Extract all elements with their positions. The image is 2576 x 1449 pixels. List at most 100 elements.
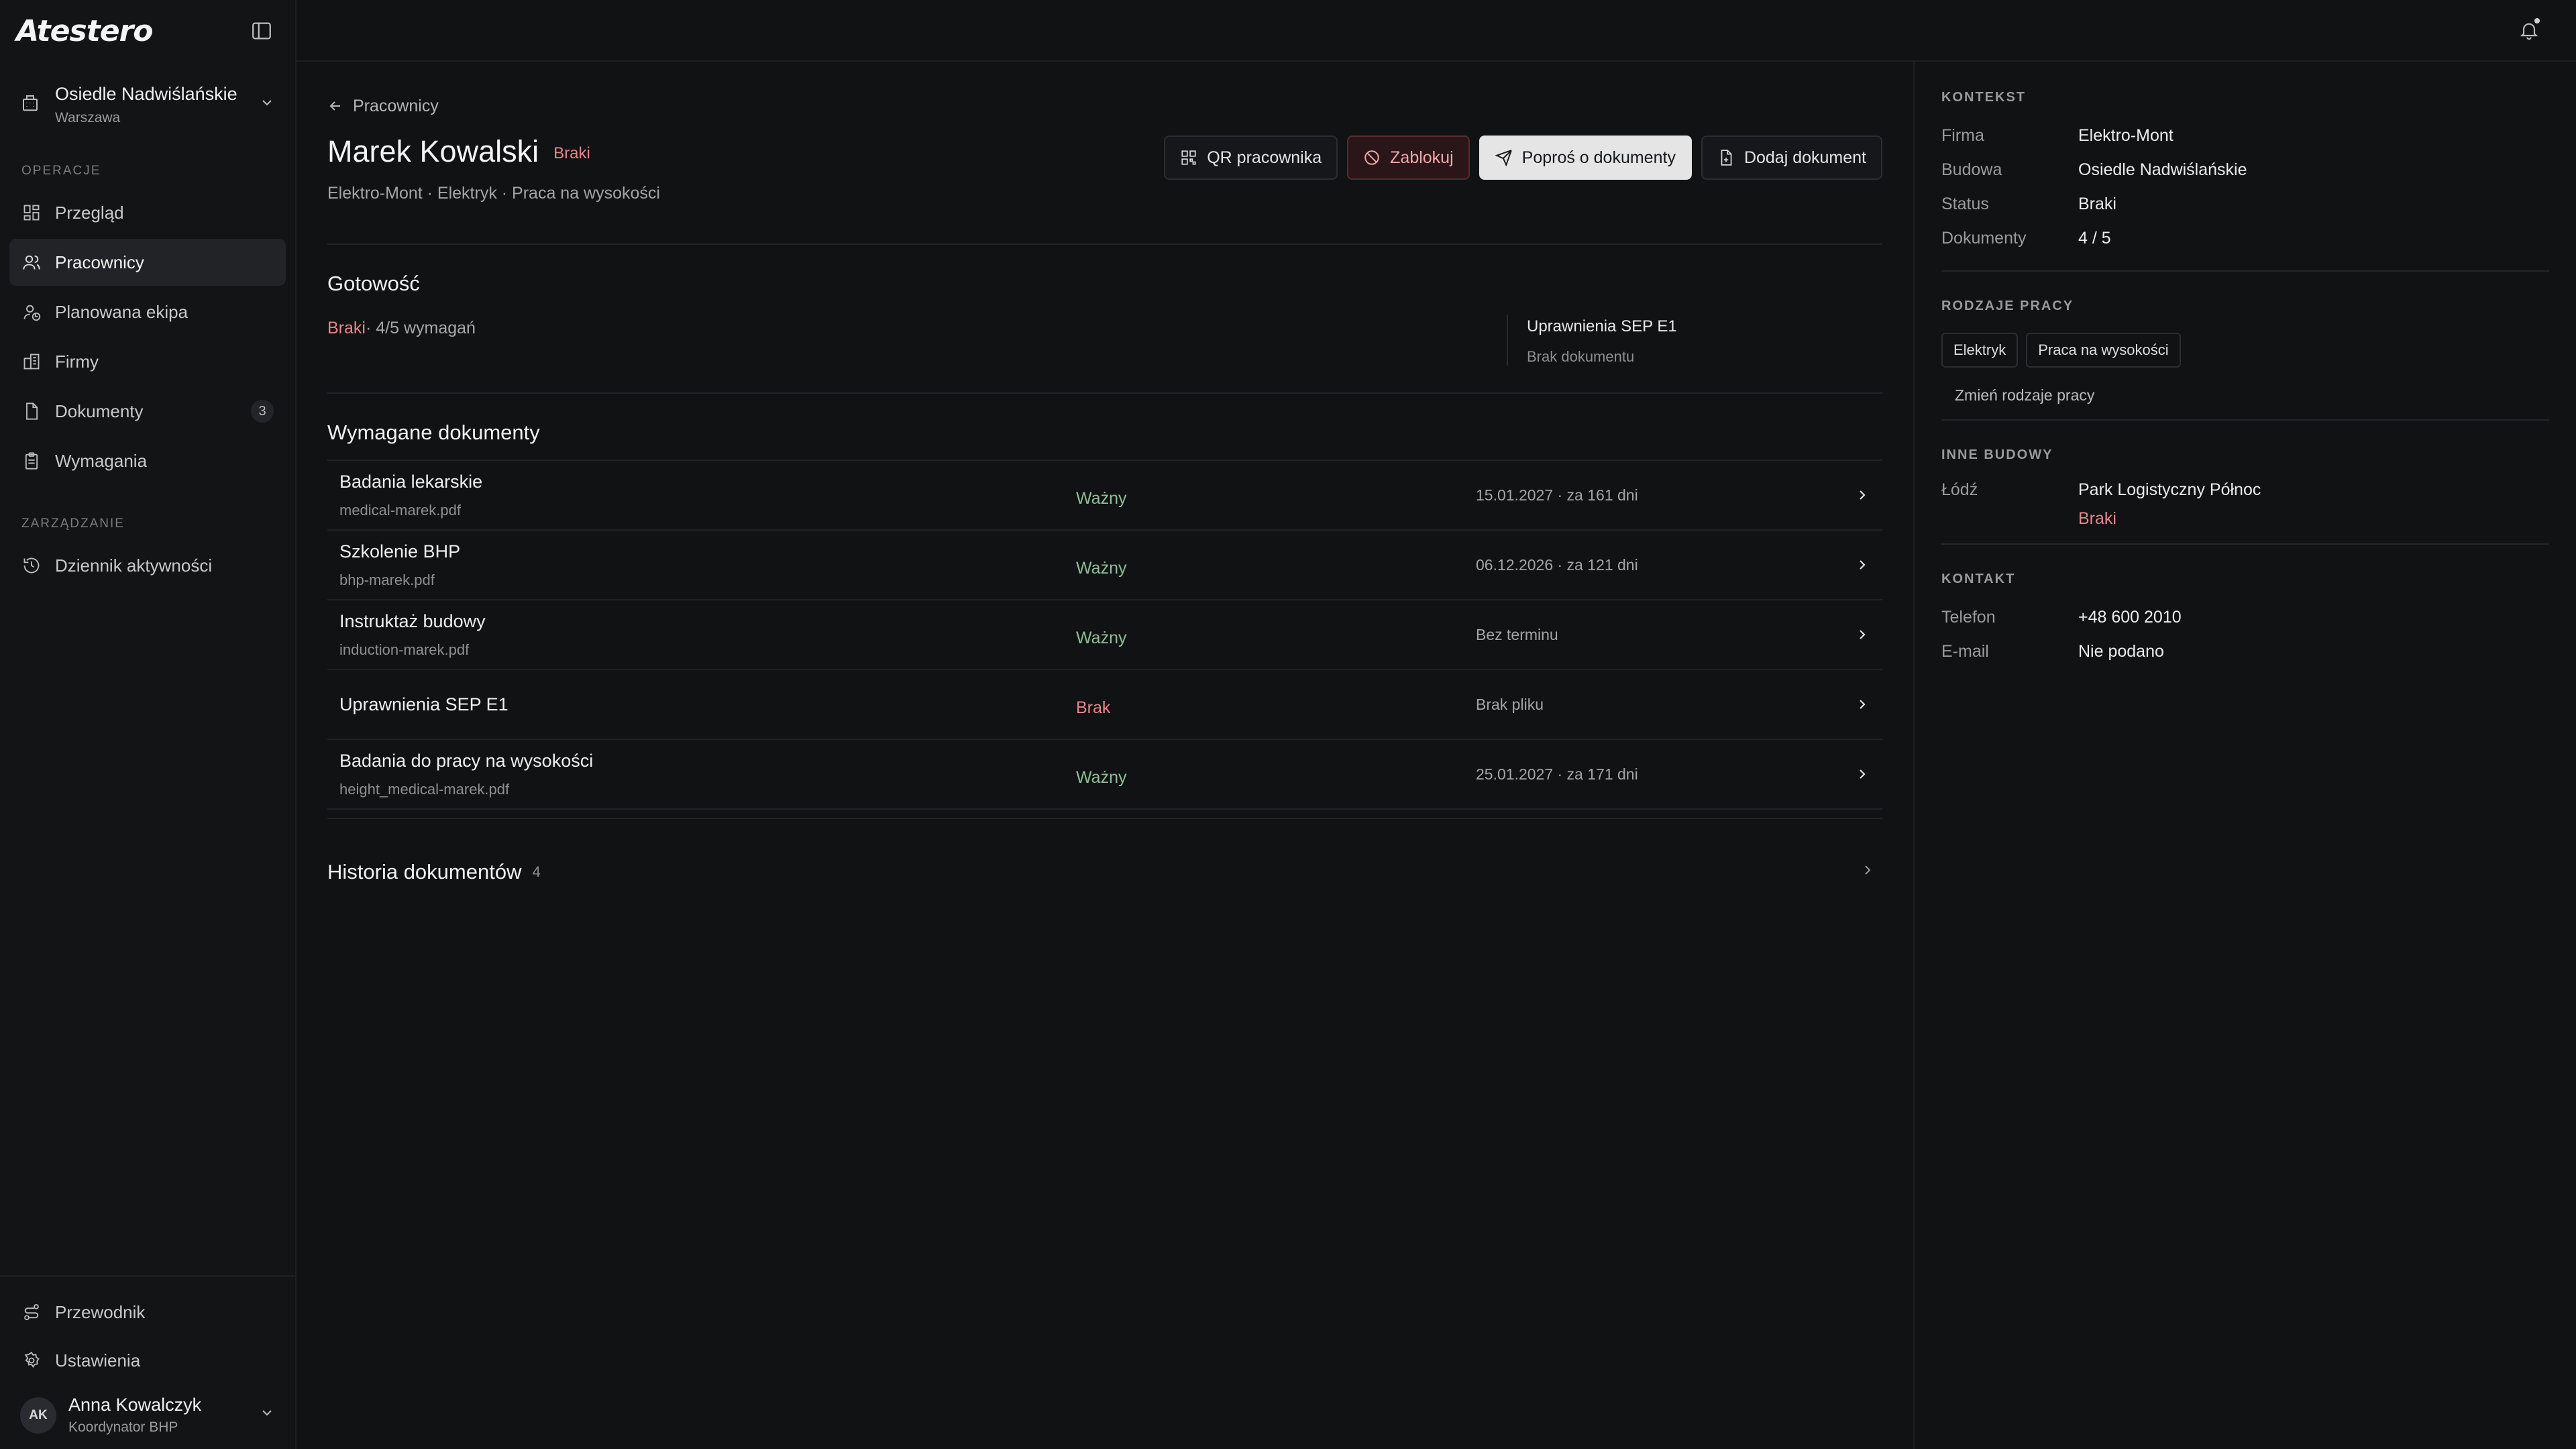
- context-key: Status: [1941, 195, 1989, 213]
- context-value: Osiedle Nadwiślańskie: [2078, 160, 2247, 179]
- document-name: Uprawnienia SEP E1: [339, 694, 508, 714]
- route-icon: [21, 1302, 42, 1322]
- document-name: Instruktaż budowy: [339, 610, 486, 631]
- context-row: Dokumenty 4 / 5: [1941, 221, 2549, 256]
- avatar: AK: [20, 1397, 56, 1434]
- chevron-right-icon: [1843, 487, 1870, 503]
- divider: [327, 244, 1882, 245]
- document-expiry: Brak pliku: [1476, 695, 1544, 713]
- document-name: Badania do pracy na wysokości: [339, 750, 594, 771]
- document-history-toggle[interactable]: Historia dokumentów 4: [327, 849, 1882, 896]
- sidebar-item-pracownicy[interactable]: Pracownicy: [9, 239, 286, 286]
- document-file: height_medical-marek.pdf: [339, 780, 510, 798]
- divider: [1941, 543, 2549, 545]
- user-menu[interactable]: AK Anna Kowalczyk Koordynator BHP: [0, 1385, 295, 1449]
- sidebar-item-przewodnik[interactable]: Przewodnik: [9, 1289, 286, 1336]
- sidebar-item-wymagania[interactable]: Wymagania: [9, 437, 286, 484]
- chevron-right-icon: [1843, 696, 1870, 712]
- contact-row: Telefon +48 600 2010: [1941, 600, 2549, 635]
- sidebar-item-dziennik-aktywnosci[interactable]: Dziennik aktywności: [9, 542, 286, 589]
- add-document-label: Dodaj dokument: [1743, 148, 1866, 167]
- file-plus-icon: [1721, 150, 1732, 166]
- qr-button[interactable]: QR pracownika: [1164, 136, 1338, 180]
- readiness-status: Braki: [327, 319, 366, 337]
- site-switcher[interactable]: Osiedle Nadwiślańskie Warszawa: [0, 62, 295, 133]
- building-icon: [20, 93, 40, 117]
- document-status: Brak: [1076, 698, 1111, 717]
- table-row[interactable]: Uprawnienia SEP E1 Brak Brak pliku: [327, 670, 1882, 740]
- context-panel: KONTEKST Firma Elektro-Mont Budowa Osiedle…: [1915, 62, 2576, 1449]
- sidebar: Atestero Osiedle Nadwiślańskie Warszawa …: [0, 0, 297, 1449]
- missing-requirement-title: Uprawnienia SEP E1: [1527, 317, 1677, 335]
- documents-count-badge: 3: [251, 400, 274, 423]
- document-expiry: Bez terminu: [1476, 625, 1558, 643]
- contact-row: E-mail Nie podano: [1941, 635, 2549, 669]
- block-button-label: Zablokuj: [1390, 148, 1454, 167]
- clipboard-icon: [21, 451, 42, 471]
- sidebar-item-label: Planowana ekipa: [55, 301, 189, 322]
- document-file: induction-marek.pdf: [339, 641, 470, 658]
- divider: [327, 818, 1882, 819]
- contact-phone[interactable]: +48 600 2010: [2078, 608, 2182, 627]
- other-site-row[interactable]: Łódź Park Logistyczny Północ Braki: [1941, 480, 2549, 529]
- documents-title: Wymagane dokumenty: [327, 421, 540, 444]
- back-link[interactable]: Pracownicy: [327, 93, 1882, 119]
- users-icon: [21, 252, 42, 272]
- gear-icon: [21, 1350, 42, 1371]
- sidebar-item-label: Pracownicy: [55, 252, 144, 272]
- context-value: Elektro-Mont: [2078, 126, 2174, 145]
- add-document-button[interactable]: Dodaj dokument: [1701, 136, 1882, 180]
- work-types-chips: Elektryk Praca na wysokości: [1941, 333, 2549, 368]
- contact-key: Telefon: [1941, 608, 1996, 627]
- request-documents-button[interactable]: Poproś o dokumenty: [1479, 136, 1692, 180]
- contact-label: KONTAKT: [1941, 572, 2016, 586]
- document-status: Ważny: [1076, 628, 1127, 647]
- chevron-right-icon: [1843, 557, 1870, 573]
- building-icon: [21, 352, 42, 372]
- divider: [1941, 270, 2549, 272]
- table-row[interactable]: Badania do pracy na wysokości height_medi…: [327, 740, 1882, 810]
- change-work-types-button[interactable]: Zmień rodzaje pracy: [1941, 386, 2549, 405]
- chevron-right-icon: [1860, 862, 1876, 883]
- sidebar-item-przeglad[interactable]: Przegląd: [9, 189, 286, 236]
- brand-bar: Atestero: [0, 0, 295, 62]
- user-name: Anna Kowalczyk: [68, 1395, 202, 1415]
- contact-email: Nie podano: [2078, 642, 2164, 661]
- sidebar-item-ustawienia[interactable]: Ustawienia: [9, 1337, 286, 1384]
- sidebar-item-firmy[interactable]: Firmy: [9, 338, 286, 385]
- status-badge: Braki: [553, 144, 590, 162]
- bell-icon[interactable]: [2516, 17, 2542, 44]
- divider: [1941, 419, 2549, 421]
- history-count: 4: [532, 863, 541, 880]
- context-key: Dokumenty: [1941, 229, 2027, 248]
- table-row[interactable]: Instruktaż budowy induction-marek.pdf Waż…: [327, 600, 1882, 670]
- site-city: Warszawa: [55, 109, 121, 125]
- missing-requirement-sub: Brak dokumentu: [1527, 348, 1635, 365]
- history-title: Historia dokumentów: [327, 860, 522, 883]
- sidebar-item-label: Ustawienia: [55, 1350, 141, 1371]
- table-row[interactable]: Szkolenie BHP bhp-marek.pdf Ważny 06.12.2…: [327, 531, 1882, 600]
- missing-requirement: Uprawnienia SEP E1 Brak dokumentu: [1507, 315, 1882, 366]
- document-file: bhp-marek.pdf: [339, 571, 435, 588]
- user-role: Koordynator BHP: [68, 1419, 178, 1435]
- sidebar-item-label: Wymagania: [55, 450, 148, 471]
- other-site-city: Łódź: [1941, 480, 1978, 499]
- page-title: Marek Kowalski: [327, 134, 539, 168]
- document-status: Ważny: [1076, 767, 1127, 787]
- sidebar-item-planowana-ekipa[interactable]: Planowana ekipa: [9, 288, 286, 335]
- document-expiry: 25.01.2027 · za 171 dni: [1476, 765, 1638, 783]
- sidebar-item-dokumenty[interactable]: Dokumenty 3: [9, 388, 286, 435]
- chevron-down-icon: [259, 95, 275, 115]
- readiness-panel: Braki· 4/5 wymagań Uprawnienia SEP E1 Br…: [327, 296, 1882, 392]
- block-button[interactable]: Zablokuj: [1347, 136, 1470, 180]
- chevron-right-icon: [1843, 627, 1870, 643]
- work-type-chip: Praca na wysokości: [2026, 333, 2181, 368]
- table-row[interactable]: Badania lekarskie medical-marek.pdf Ważny…: [327, 461, 1882, 531]
- context-key: Firma: [1941, 126, 1984, 145]
- divider: [327, 392, 1882, 394]
- chevron-down-icon: [259, 1405, 275, 1426]
- history-icon: [21, 555, 42, 576]
- worker-detail: Pracownicy Marek Kowalski Braki Elektro-…: [297, 62, 1915, 1449]
- chevron-right-icon: [1843, 766, 1870, 782]
- sidebar-toggle-icon[interactable]: [248, 17, 275, 44]
